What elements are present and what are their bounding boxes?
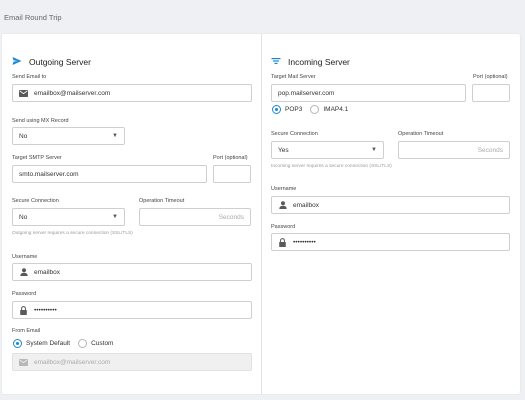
in-secure-value: Yes [278,146,289,154]
mail-server-field[interactable]: pop.mailserver.com [271,84,466,102]
mail-icon [19,358,28,367]
radio-imap-label: IMAP4.1 [323,106,349,113]
smtp-field[interactable]: smto.mailserver.com [12,165,207,183]
user-icon [19,268,28,277]
out-username-label: Username [12,254,38,260]
lock-icon [19,305,28,315]
out-timeout-unit: Seconds [218,213,244,221]
in-timeout-field[interactable]: Seconds [398,141,510,159]
radio-pop3[interactable]: POP3 [272,105,302,114]
radio-custom-label: Custom [91,340,114,347]
radio-system-default-label: System Default [26,340,71,347]
mail-server-label: Target Mail Server [271,74,316,80]
out-secure-hint: Outgoing server requires a secure connec… [12,231,133,236]
radio-pop3-label: POP3 [285,106,303,113]
caret-down-icon: ▼ [112,133,118,139]
out-secure-select[interactable]: No ▼ [12,208,125,226]
from-email-label: From Email [12,328,41,334]
outgoing-header: Outgoing Server [12,53,91,71]
out-username-field[interactable]: emailbox [12,263,252,281]
smtp-port-field[interactable] [213,165,251,183]
filter-list-icon [271,53,281,71]
radio-custom[interactable]: Custom [78,339,113,348]
in-secure-hint: Incoming server requires a secure connec… [271,164,392,169]
out-secure-value: No [19,213,28,221]
in-password-label: Password [271,224,296,230]
section-divider [261,34,262,394]
in-password-value: •••••••••• [293,238,316,246]
from-email-placeholder: emailbox@mailserver.com [34,358,111,366]
in-secure-label: Secure Connection [271,131,318,137]
from-email-field: emailbox@mailserver.com [12,353,252,371]
in-secure-select[interactable]: Yes ▼ [271,141,384,159]
from-email-radio-group: System Default Custom [13,339,121,348]
smtp-port-label: Port (optional) [213,155,248,161]
smtp-value: smto.mailserver.com [19,170,79,178]
out-password-label: Password [12,291,37,297]
mail-icon [19,89,28,98]
in-username-field[interactable]: emailbox [271,196,510,214]
protocol-radio-group: POP3 IMAP4.1 [272,105,356,114]
caret-down-icon: ▼ [371,147,377,153]
user-icon [278,201,287,210]
mx-record-select[interactable]: No ▼ [12,127,125,145]
radio-unchecked-icon [78,339,88,348]
send-email-to-label: Send Email to [12,74,47,80]
incoming-header: Incoming Server [271,53,350,71]
in-timeout-unit: Seconds [477,146,503,154]
radio-checked-icon [272,105,281,114]
page-title: Email Round Trip [4,13,62,22]
radio-unchecked-icon [310,105,320,114]
radio-imap[interactable]: IMAP4.1 [310,105,348,114]
out-timeout-label: Operation Timeout [139,198,185,204]
lock-icon [278,237,287,247]
in-timeout-label: Operation Timeout [398,131,444,137]
mail-server-value: pop.mailserver.com [278,89,335,97]
in-password-field[interactable]: •••••••••• [271,233,510,251]
out-password-field[interactable]: •••••••••• [12,301,252,319]
incoming-title: Incoming Server [288,57,350,67]
in-username-value: emailbox [293,201,320,209]
out-secure-label: Secure Connection [12,198,59,204]
out-password-value: •••••••••• [34,306,57,314]
out-username-value: emailbox [34,268,61,276]
in-username-label: Username [271,186,297,192]
send-icon [12,53,22,71]
in-port-field[interactable] [472,84,510,102]
mx-record-value: No [19,132,28,140]
send-email-to-field[interactable]: emailbox@mailserver.com [12,84,252,102]
outgoing-title: Outgoing Server [29,57,91,67]
mx-record-label: Send using MX Record [12,118,69,124]
in-port-label: Port (optional) [473,74,508,80]
radio-system-default[interactable]: System Default [13,339,70,348]
smtp-label: Target SMTP Server [12,155,62,161]
out-timeout-field[interactable]: Seconds [139,208,251,226]
send-email-to-value: emailbox@mailserver.com [34,89,111,97]
radio-checked-icon [13,339,22,348]
caret-down-icon: ▼ [112,214,118,220]
settings-card: Outgoing Server Send Email to emailbox@m… [2,34,520,394]
